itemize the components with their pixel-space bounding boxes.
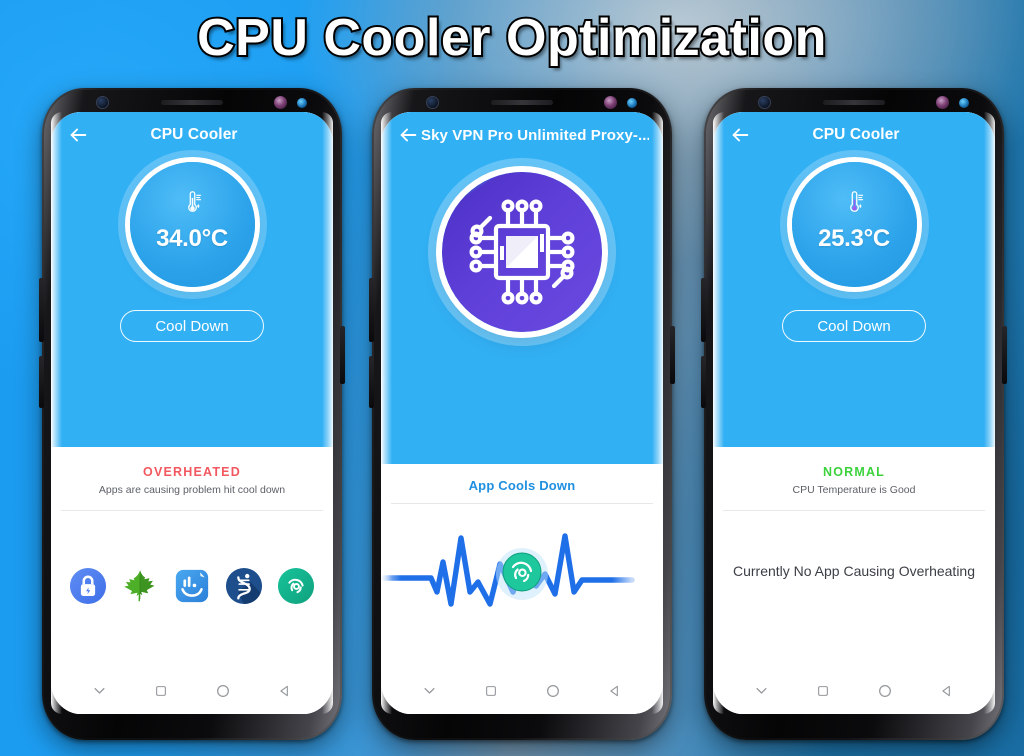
- home-circle-icon[interactable]: [215, 683, 231, 704]
- status-area: OVERHEATED Apps are causing problem hit …: [51, 447, 333, 714]
- cool-down-button[interactable]: Cool Down: [120, 310, 264, 342]
- phone-top-bezel: [51, 88, 333, 114]
- recents-square-icon[interactable]: [484, 684, 498, 703]
- android-navigation-bar: [381, 676, 663, 714]
- app-bar-title: Sky VPN Pro Unlimited Proxy-...: [421, 126, 649, 144]
- gauge-inner: 25.3°C: [791, 162, 917, 287]
- status-badge: OVERHEATED: [143, 465, 241, 479]
- phone-screen-2: Sky VPN Pro Unlimited Proxy-... App Cool…: [381, 112, 663, 714]
- front-camera-icon: [427, 97, 438, 108]
- phone-screen-3: CPU Cooler 25.3°C Cool Down NORMAL CPU T…: [713, 112, 995, 714]
- phone-screen-1: CPU Cooler 34.0°C Cool Down OVERHEATED A…: [51, 112, 333, 714]
- back-arrow-icon[interactable]: [395, 122, 421, 148]
- front-camera-icon: [759, 97, 770, 108]
- empty-state-message: Currently No App Causing Overheating: [732, 563, 976, 579]
- cpu-cooler-app: CPU Cooler: [713, 112, 995, 714]
- earpiece-speaker: [161, 100, 223, 105]
- screenshot-stage: CPU Cooler Optimization CPU Cooler 34.0°…: [0, 0, 1024, 756]
- divider: [61, 510, 323, 511]
- home-circle-icon[interactable]: [545, 683, 561, 704]
- fingerprint-scan-icon: [502, 552, 542, 592]
- volume-up-button[interactable]: [39, 278, 44, 342]
- offending-apps-list: [51, 567, 333, 605]
- volume-up-button[interactable]: [701, 278, 706, 342]
- thermometer-icon: [842, 190, 866, 221]
- proximity-sensor-icon: [297, 98, 307, 108]
- android-navigation-bar: [51, 676, 333, 714]
- back-arrow-icon[interactable]: [727, 122, 753, 148]
- volume-down-button[interactable]: [701, 356, 706, 408]
- status-area: App Cools Down: [381, 464, 663, 714]
- fingerprint-scan-icon[interactable]: [277, 567, 315, 605]
- hero-panel: CPU Cooler: [51, 112, 333, 495]
- iris-scanner-icon: [604, 96, 617, 109]
- phone-mockup-3: CPU Cooler 25.3°C Cool Down NORMAL CPU T…: [701, 88, 1007, 740]
- status-block: App Cools Down: [381, 464, 663, 493]
- status-badge: NORMAL: [822, 465, 886, 479]
- app-bar: CPU Cooler: [713, 112, 995, 158]
- app-cooling-screen: Sky VPN Pro Unlimited Proxy-... App Cool…: [381, 112, 663, 714]
- maple-leaf-icon[interactable]: [121, 567, 159, 605]
- power-button[interactable]: [670, 326, 675, 384]
- volume-down-button[interactable]: [369, 356, 374, 408]
- phone-top-bezel: [713, 88, 995, 114]
- app-bar-title: CPU Cooler: [812, 126, 900, 143]
- hero-panel: Sky VPN Pro Unlimited Proxy-...: [381, 112, 663, 512]
- status-subtitle: CPU Temperature is Good: [792, 484, 916, 496]
- cool-down-button[interactable]: Cool Down: [782, 310, 926, 342]
- chevron-down-icon[interactable]: [92, 683, 107, 703]
- recents-square-icon[interactable]: [816, 684, 830, 703]
- volume-down-button[interactable]: [39, 356, 44, 408]
- iris-scanner-icon: [936, 96, 949, 109]
- status-badge: App Cools Down: [468, 478, 576, 493]
- temperature-value: 25.3°C: [818, 225, 890, 252]
- temperature-gauge-wrap: 34.0°C: [51, 162, 333, 287]
- android-navigation-bar: [713, 676, 995, 714]
- divider: [391, 503, 653, 504]
- iris-scanner-icon: [274, 96, 287, 109]
- earpiece-speaker: [491, 100, 553, 105]
- temperature-gauge[interactable]: 34.0°C: [129, 162, 255, 287]
- status-area: NORMAL CPU Temperature is Good Currently…: [713, 447, 995, 714]
- app-bar: Sky VPN Pro Unlimited Proxy-...: [381, 112, 663, 158]
- chevron-down-icon[interactable]: [754, 683, 769, 703]
- phone-mockup-1: CPU Cooler 34.0°C Cool Down OVERHEATED A…: [39, 88, 345, 740]
- phone-top-bezel: [381, 88, 663, 114]
- cpu-chip-wrap: [381, 172, 663, 332]
- app-bar-title: CPU Cooler: [150, 126, 238, 143]
- back-triangle-icon[interactable]: [940, 684, 954, 703]
- earpiece-speaker: [823, 100, 885, 105]
- cpu-cooler-app: CPU Cooler: [51, 112, 333, 714]
- gauge-inner: 34.0°C: [129, 162, 255, 287]
- app-bar: CPU Cooler: [51, 112, 333, 158]
- divider: [723, 510, 985, 511]
- back-arrow-icon[interactable]: [65, 122, 91, 148]
- page-title: CPU Cooler Optimization: [195, 7, 828, 69]
- chevron-down-icon[interactable]: [422, 683, 437, 703]
- temperature-gauge-wrap: 25.3°C: [713, 162, 995, 287]
- temperature-value: 34.0°C: [156, 225, 228, 252]
- proximity-sensor-icon: [959, 98, 969, 108]
- front-camera-icon: [97, 97, 108, 108]
- back-triangle-icon[interactable]: [608, 684, 622, 703]
- thermometer-icon: [180, 190, 204, 221]
- temperature-gauge[interactable]: 25.3°C: [791, 162, 917, 287]
- touchpal-keyboard-icon[interactable]: [173, 567, 211, 605]
- hero-panel: CPU Cooler: [713, 112, 995, 495]
- pulse-waveform: [381, 526, 663, 622]
- volume-up-button[interactable]: [369, 278, 374, 342]
- cpu-chip-icon[interactable]: [442, 172, 602, 332]
- status-subtitle: Apps are causing problem hit cool down: [98, 484, 286, 496]
- recents-square-icon[interactable]: [154, 684, 168, 703]
- dna-shield-icon[interactable]: [225, 567, 263, 605]
- app-lock-icon[interactable]: [69, 567, 107, 605]
- power-button[interactable]: [1002, 326, 1007, 384]
- back-triangle-icon[interactable]: [278, 684, 292, 703]
- status-block: OVERHEATED Apps are causing problem hit …: [51, 447, 333, 496]
- proximity-sensor-icon: [627, 98, 637, 108]
- status-block: NORMAL CPU Temperature is Good: [713, 447, 995, 496]
- phone-mockup-2: Sky VPN Pro Unlimited Proxy-... App Cool…: [369, 88, 675, 740]
- power-button[interactable]: [340, 326, 345, 384]
- home-circle-icon[interactable]: [877, 683, 893, 704]
